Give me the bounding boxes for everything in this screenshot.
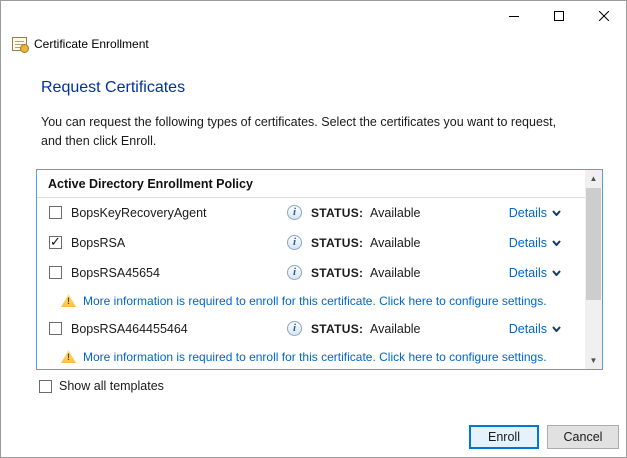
template-row[interactable]: BopsRSA464455464 STATUS: Available Detai…: [37, 314, 585, 344]
enroll-button[interactable]: Enroll: [469, 425, 539, 449]
certificate-icon: [12, 37, 27, 51]
template-checkbox[interactable]: [49, 236, 62, 249]
enrollment-policy-list: Active Directory Enrollment Policy BopsK…: [36, 169, 603, 370]
template-name: BopsRSA: [71, 236, 125, 250]
maximize-icon: [554, 11, 564, 21]
info-icon: [287, 205, 302, 220]
details-label: Details: [509, 266, 547, 280]
template-row[interactable]: BopsRSA STATUS: Available Details: [37, 228, 585, 258]
details-link[interactable]: Details: [509, 322, 561, 336]
warning-icon: [61, 294, 76, 307]
details-link[interactable]: Details: [509, 266, 561, 280]
template-checkbox[interactable]: [49, 266, 62, 279]
warning-icon: [61, 350, 76, 363]
window-caption: Certificate Enrollment: [12, 37, 149, 51]
warning-message: More information is required to enroll f…: [83, 294, 376, 308]
details-label: Details: [509, 322, 547, 336]
template-checkbox[interactable]: [49, 322, 62, 335]
details-link[interactable]: Details: [509, 236, 561, 250]
status-value: Available: [370, 236, 421, 250]
scroll-down-icon[interactable]: [585, 352, 602, 369]
close-icon: [599, 11, 609, 21]
chevron-down-icon: [552, 326, 561, 332]
minimize-icon: [509, 11, 519, 21]
info-icon: [287, 321, 302, 336]
template-warning-row: More information is required to enroll f…: [37, 288, 585, 314]
template-name: BopsRSA45654: [71, 266, 160, 280]
status-label: STATUS:: [311, 322, 363, 336]
template-name: BopsKeyRecoveryAgent: [71, 206, 207, 220]
status-label: STATUS:: [311, 206, 363, 220]
page-title: Request Certificates: [41, 79, 185, 97]
chevron-down-icon: [552, 210, 561, 216]
certificate-enrollment-window: Certificate Enrollment Request Certifica…: [0, 0, 627, 458]
template-checkbox[interactable]: [49, 206, 62, 219]
configure-settings-link[interactable]: Click here to configure settings.: [379, 350, 546, 364]
list-scrollbar[interactable]: [585, 170, 602, 369]
policy-list-header: Active Directory Enrollment Policy: [37, 170, 585, 198]
status-label: STATUS:: [311, 266, 363, 280]
cancel-button[interactable]: Cancel: [547, 425, 619, 449]
policy-list-rows: BopsKeyRecoveryAgent STATUS: Available D…: [37, 198, 585, 369]
chevron-down-icon: [552, 240, 561, 246]
status-value: Available: [370, 322, 421, 336]
maximize-button[interactable]: [536, 1, 581, 31]
status-value: Available: [370, 206, 421, 220]
scrollbar-thumb[interactable]: [586, 188, 601, 300]
configure-settings-link[interactable]: Click here to configure settings.: [379, 294, 546, 308]
template-warning-row: More information is required to enroll f…: [37, 344, 585, 369]
template-name: BopsRSA464455464: [71, 322, 188, 336]
warning-link[interactable]: More information is required to enroll f…: [83, 350, 547, 364]
template-row[interactable]: BopsRSA45654 STATUS: Available Details: [37, 258, 585, 288]
warning-link[interactable]: More information is required to enroll f…: [83, 294, 547, 308]
window-title: Certificate Enrollment: [34, 37, 149, 51]
minimize-button[interactable]: [491, 1, 536, 31]
show-all-templates[interactable]: Show all templates: [39, 379, 164, 393]
page-description: You can request the following types of c…: [41, 113, 576, 151]
status-label: STATUS:: [311, 236, 363, 250]
details-label: Details: [509, 236, 547, 250]
show-all-label: Show all templates: [59, 379, 164, 393]
info-icon: [287, 265, 302, 280]
details-label: Details: [509, 206, 547, 220]
show-all-checkbox[interactable]: [39, 380, 52, 393]
scroll-up-icon[interactable]: [585, 170, 602, 187]
template-row[interactable]: BopsKeyRecoveryAgent STATUS: Available D…: [37, 198, 585, 228]
details-link[interactable]: Details: [509, 206, 561, 220]
warning-message: More information is required to enroll f…: [83, 350, 376, 364]
status-value: Available: [370, 266, 421, 280]
close-button[interactable]: [581, 1, 626, 31]
window-controls: [491, 1, 626, 31]
info-icon: [287, 235, 302, 250]
chevron-down-icon: [552, 270, 561, 276]
